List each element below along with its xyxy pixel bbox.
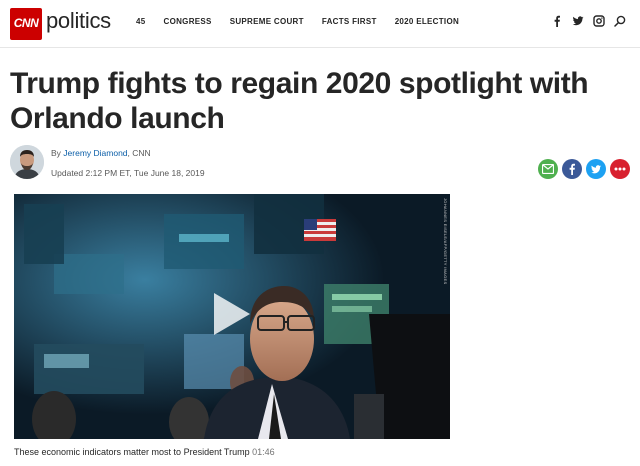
byline-prefix: By xyxy=(51,148,64,158)
video-caption[interactable]: These economic indicators matter most to… xyxy=(14,447,275,457)
article-headline: Trump fights to regain 2020 spotlight wi… xyxy=(10,67,589,135)
video-player[interactable]: JOHANNES EISELE/AFP/GETTY IMAGES xyxy=(14,194,450,439)
play-icon[interactable] xyxy=(212,291,252,337)
twitter-icon[interactable] xyxy=(572,15,584,27)
share-bar xyxy=(538,159,630,179)
photo-credit: JOHANNES EISELE/AFP/GETTY IMAGES xyxy=(443,198,448,285)
search-icon[interactable] xyxy=(614,15,626,27)
twitter-share-button[interactable] xyxy=(586,159,606,179)
facebook-icon[interactable] xyxy=(551,15,563,27)
nav-item-facts-first[interactable]: FACTS FIRST xyxy=(322,17,377,26)
nav-item-congress[interactable]: CONGRESS xyxy=(164,17,212,26)
facebook-icon xyxy=(569,163,575,175)
instagram-icon[interactable] xyxy=(593,15,605,27)
section-title[interactable]: politics xyxy=(46,8,111,34)
logo-text: CNN xyxy=(13,16,39,30)
byline: By Jeremy Diamond, CNN xyxy=(51,148,151,158)
site-header: CNN politics 45 CONGRESS SUPREME COURT F… xyxy=(0,0,640,48)
video-duration: 01:46 xyxy=(252,447,275,457)
author-avatar[interactable] xyxy=(10,145,44,179)
main-nav: 45 CONGRESS SUPREME COURT FACTS FIRST 20… xyxy=(136,17,477,26)
twitter-icon xyxy=(591,164,602,173)
facebook-share-button[interactable] xyxy=(562,159,582,179)
email-share-button[interactable] xyxy=(538,159,558,179)
social-links xyxy=(551,15,626,27)
email-icon xyxy=(542,164,554,174)
author-link[interactable]: Jeremy Diamond xyxy=(63,148,127,158)
nav-item-2020-election[interactable]: 2020 ELECTION xyxy=(395,17,459,26)
updated-timestamp: Updated 2:12 PM ET, Tue June 18, 2019 xyxy=(51,168,205,178)
nav-item-45[interactable]: 45 xyxy=(136,17,146,26)
nav-item-supreme-court[interactable]: SUPREME COURT xyxy=(230,17,304,26)
more-dots-icon xyxy=(614,167,626,171)
video-caption-text: These economic indicators matter most to… xyxy=(14,447,250,457)
cnn-logo[interactable]: CNN xyxy=(10,8,42,40)
more-share-button[interactable] xyxy=(610,159,630,179)
byline-suffix: , CNN xyxy=(127,148,151,158)
